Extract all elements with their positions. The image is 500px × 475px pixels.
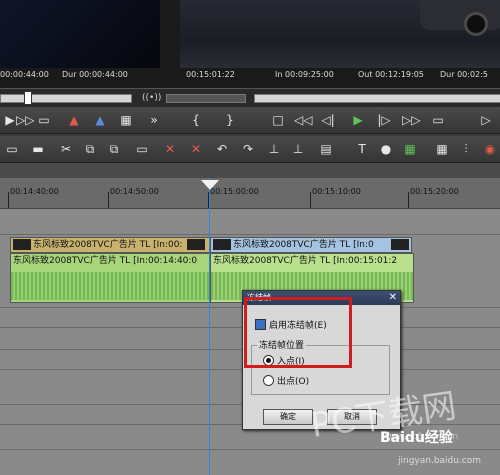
effect-icon[interactable]: ▤: [318, 141, 334, 157]
program-timecode: 00:15:01:22: [186, 70, 235, 79]
step-next-icon[interactable]: |▷: [376, 112, 392, 128]
ruler-label: 00:14:50:00: [110, 187, 159, 196]
program-monitor[interactable]: [180, 0, 500, 68]
out-point-label[interactable]: 出点(O): [277, 374, 309, 387]
program-duration: Dur 00:02:5: [440, 70, 488, 79]
ripple-delete-icon[interactable]: ✕: [188, 141, 204, 157]
clip-thumbnail: [13, 239, 31, 250]
play-icon[interactable]: ▶: [350, 112, 366, 128]
video-clip[interactable]: 东风标致2008TVC广告片 TL [In:00:: [10, 237, 210, 253]
frame-forward-icon[interactable]: ▷▷: [16, 112, 34, 128]
clip-label: 东风标致2008TVC广告片 TL [In:00:: [33, 240, 183, 250]
timeline-ruler[interactable]: 00:14:40:00 00:14:50:00 00:15:00:00 00:1…: [0, 178, 500, 209]
playhead-handle[interactable]: [201, 180, 219, 190]
fast-forward-icon[interactable]: ▷▷: [402, 112, 420, 128]
clip-thumbnail: [187, 239, 205, 250]
transport-toolbar: ▶ ▷▷ ▭ ▲ ▲ ▦ » { } □ ◁◁ ◁| ▶ |▷ ▷▷ ▭ ▷: [0, 107, 500, 134]
split-icon[interactable]: ▭: [134, 141, 150, 157]
source-monitor[interactable]: [0, 0, 160, 68]
program-in: In 00:09:25:00: [275, 70, 334, 79]
source-duration: Dur 00:00:44:00: [62, 70, 128, 79]
source-scrub-track[interactable]: [0, 94, 132, 103]
source-timecode: 00:00:44:00: [0, 70, 49, 79]
more-icon[interactable]: »: [146, 112, 162, 128]
marker-icon[interactable]: ⊥: [290, 141, 306, 157]
render-icon[interactable]: ▦: [402, 141, 418, 157]
grid-icon[interactable]: ▦: [118, 112, 134, 128]
audio-toggle-icon[interactable]: ((•)): [142, 93, 161, 103]
out-point-radio[interactable]: [263, 375, 274, 386]
out-point-icon[interactable]: }: [222, 112, 238, 128]
clip-thumbnail: [391, 239, 409, 250]
mark-in-icon[interactable]: ▲: [66, 112, 82, 128]
audio-clip-label: 东风标致2008TVC广告片 TL [In:00:15:01:2: [213, 256, 398, 266]
copy-icon[interactable]: ⧉: [82, 141, 98, 157]
edit-toolbar: ▭ ▬ ✂ ⧉ ⧉ ▭ ✕ ✕ ↶ ↷ ⊥ ⊥ ▤ T ● ▦ ▦ ⫶ ◉: [0, 136, 500, 163]
stop-icon[interactable]: □: [270, 112, 286, 128]
video-clip[interactable]: 东风标致2008TVC广告片 TL [In:0: [210, 237, 412, 253]
ruler-label: 00:14:40:00: [10, 187, 59, 196]
rewind-icon[interactable]: ◁◁: [294, 112, 312, 128]
highlight-box: [244, 297, 352, 368]
preview-area: 00:00:44:00 Dur 00:00:44:00 00:15:01:22 …: [0, 0, 500, 88]
video-frame-car: [420, 0, 500, 36]
trim-icon[interactable]: ⊥: [266, 141, 282, 157]
view-icon[interactable]: ▭: [4, 141, 20, 157]
in-point-icon[interactable]: {: [188, 112, 204, 128]
delete-icon[interactable]: ✕: [162, 141, 178, 157]
save-icon[interactable]: ▬: [30, 141, 46, 157]
audio-clip[interactable]: 东风标致2008TVC广告片 TL [In:00:14:40:0: [10, 253, 210, 303]
program-out: Out 00:12:19:05: [358, 70, 424, 79]
ok-button[interactable]: 确定: [263, 409, 313, 425]
mark-out-icon[interactable]: ▲: [92, 112, 108, 128]
clip-label: 东风标致2008TVC广告片 TL [In:0: [233, 240, 374, 250]
step-back-icon[interactable]: ◁|: [320, 112, 336, 128]
redo-icon[interactable]: ↷: [240, 141, 256, 157]
audio-waveform: [11, 272, 209, 300]
cancel-button[interactable]: 取消: [327, 409, 377, 425]
mic-icon[interactable]: ●: [378, 141, 394, 157]
monitor-icon[interactable]: ▭: [36, 112, 52, 128]
clip-thumbnail: [213, 239, 231, 250]
baidu-watermark: Baidu经验: [380, 430, 453, 446]
record-icon[interactable]: ◉: [482, 141, 498, 157]
jog-track[interactable]: [166, 94, 246, 103]
baidu-url: jingyan.baidu.com: [398, 456, 482, 466]
playhead-line[interactable]: [209, 178, 210, 475]
settings-icon[interactable]: ▷: [478, 112, 494, 128]
scrub-bar[interactable]: ((•)): [0, 88, 500, 108]
ruler-label: 00:15:10:00: [312, 187, 361, 196]
ruler-label: 00:15:20:00: [410, 187, 459, 196]
source-scrub-handle[interactable]: [24, 91, 32, 105]
paste-icon[interactable]: ⧉: [106, 141, 122, 157]
close-icon[interactable]: ✕: [389, 291, 397, 305]
cut-icon[interactable]: ✂: [58, 141, 74, 157]
track-header-strip: [0, 163, 500, 179]
audio-clip-label: 东风标致2008TVC广告片 TL [In:00:14:40:0: [13, 256, 198, 266]
mixer-icon[interactable]: ⫶: [458, 141, 474, 157]
output-icon[interactable]: ▭: [430, 112, 446, 128]
grid-view-icon[interactable]: ▦: [434, 141, 450, 157]
program-scrub-track[interactable]: [254, 94, 500, 103]
undo-icon[interactable]: ↶: [214, 141, 230, 157]
title-icon[interactable]: T: [354, 141, 370, 157]
